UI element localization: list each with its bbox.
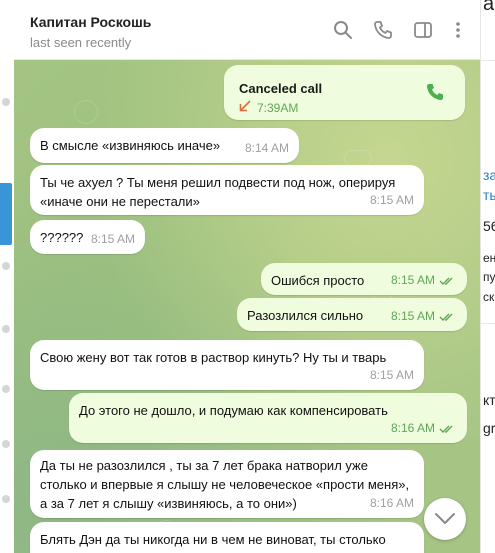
call-back-phone-icon[interactable] <box>425 82 445 107</box>
chat-list-avatar[interactable] <box>2 325 10 333</box>
incoming-message[interactable]: Ты че ахуел ? Ты меня решил подвести под… <box>30 165 424 215</box>
right-panel-edge: а за ты 56 ен пу ск кт gr <box>480 0 495 553</box>
right-panel-fragment: ск <box>483 290 495 304</box>
right-panel-fragment[interactable]: за <box>483 167 495 183</box>
message-time: 8:15 AM <box>90 232 135 246</box>
more-vertical-icon[interactable] <box>448 20 468 40</box>
right-panel-fragment: пу <box>483 270 495 284</box>
chat-messages-area[interactable]: Canceled call 7:39AM В смысле «извиняюсь… <box>14 60 480 553</box>
read-checkmarks-icon <box>439 313 453 321</box>
call-outgoing-arrow-icon <box>238 99 252 118</box>
outgoing-message[interactable]: Ошибся просто 8:15 AM <box>261 263 467 295</box>
message-time: 8:14 AM <box>244 141 289 155</box>
chat-list-avatar[interactable] <box>2 495 10 503</box>
message-text: Ошибся просто <box>271 273 365 288</box>
right-panel-fragment: а <box>483 0 495 15</box>
right-panel-fragment: 56 <box>483 218 495 234</box>
chat-list-avatar[interactable] <box>2 440 10 448</box>
call-time: 7:39AM <box>257 101 299 115</box>
chat-list-edge <box>0 0 14 553</box>
message-text: Блять Дэн да ты никогда ни в чем не вино… <box>40 532 386 547</box>
message-time: 8:15 AM <box>391 307 457 326</box>
chat-list-avatar[interactable] <box>2 262 10 270</box>
incoming-message[interactable]: Да ты не разозлился , ты за 7 лет брака … <box>30 450 424 518</box>
incoming-message[interactable]: ?????? 8:15 AM <box>30 220 145 254</box>
chat-list-avatar[interactable] <box>2 385 10 393</box>
scroll-to-bottom-button[interactable] <box>424 498 466 540</box>
incoming-message[interactable]: В смысле «извиняюсь иначе» 8:14 AM <box>30 128 299 163</box>
chat-list-avatar[interactable] <box>2 98 10 106</box>
message-text: Ты че ахуел ? Ты меня решил подвести под… <box>40 175 399 209</box>
read-checkmarks-icon <box>439 277 453 285</box>
right-panel-fragment: gr <box>483 420 495 436</box>
message-text: В смысле «извиняюсь иначе» <box>40 138 221 153</box>
message-text: Свою жену вот так готов в раствор кинуть… <box>40 350 387 365</box>
read-checkmarks-icon <box>439 425 453 433</box>
chat-header: Капитан Роскошь last seen recently <box>14 0 480 60</box>
message-time: 8:15 AM <box>391 271 457 290</box>
message-text: Да ты не разозлился , ты за 7 лет брака … <box>40 458 413 511</box>
contact-name[interactable]: Капитан Роскошь <box>30 14 151 30</box>
phone-icon[interactable] <box>373 20 393 40</box>
search-icon[interactable] <box>333 20 353 40</box>
outgoing-message[interactable]: Разозлился сильно 8:15 AM <box>237 298 467 331</box>
message-text: ?????? <box>40 230 84 245</box>
incoming-message[interactable]: Свою жену вот так готов в раствор кинуть… <box>30 340 424 390</box>
message-time: 8:15 AM <box>369 193 414 207</box>
call-title: Canceled call <box>239 81 323 96</box>
right-panel-fragment: кт <box>483 392 495 408</box>
right-panel-fragment: ен <box>483 251 495 265</box>
contact-status: last seen recently <box>30 35 132 50</box>
message-text: До этого не дошло, и подумаю как компенс… <box>79 403 388 418</box>
message-text: Разозлился сильно <box>247 308 364 323</box>
chevron-down-icon <box>435 513 455 524</box>
incoming-message[interactable]: Блять Дэн да ты никогда ни в чем не вино… <box>30 522 424 553</box>
right-panel-fragment[interactable]: ты <box>483 187 495 203</box>
outgoing-message[interactable]: До этого не дошло, и подумаю как компенс… <box>69 393 467 443</box>
message-time: 8:16 AM <box>369 496 414 510</box>
chat-list-selected-item[interactable] <box>0 183 12 245</box>
message-time: 8:15 AM <box>369 368 414 382</box>
message-time: 8:16 AM <box>391 419 457 438</box>
call-message[interactable]: Canceled call 7:39AM <box>224 65 465 120</box>
sidebar-toggle-icon[interactable] <box>413 20 433 40</box>
